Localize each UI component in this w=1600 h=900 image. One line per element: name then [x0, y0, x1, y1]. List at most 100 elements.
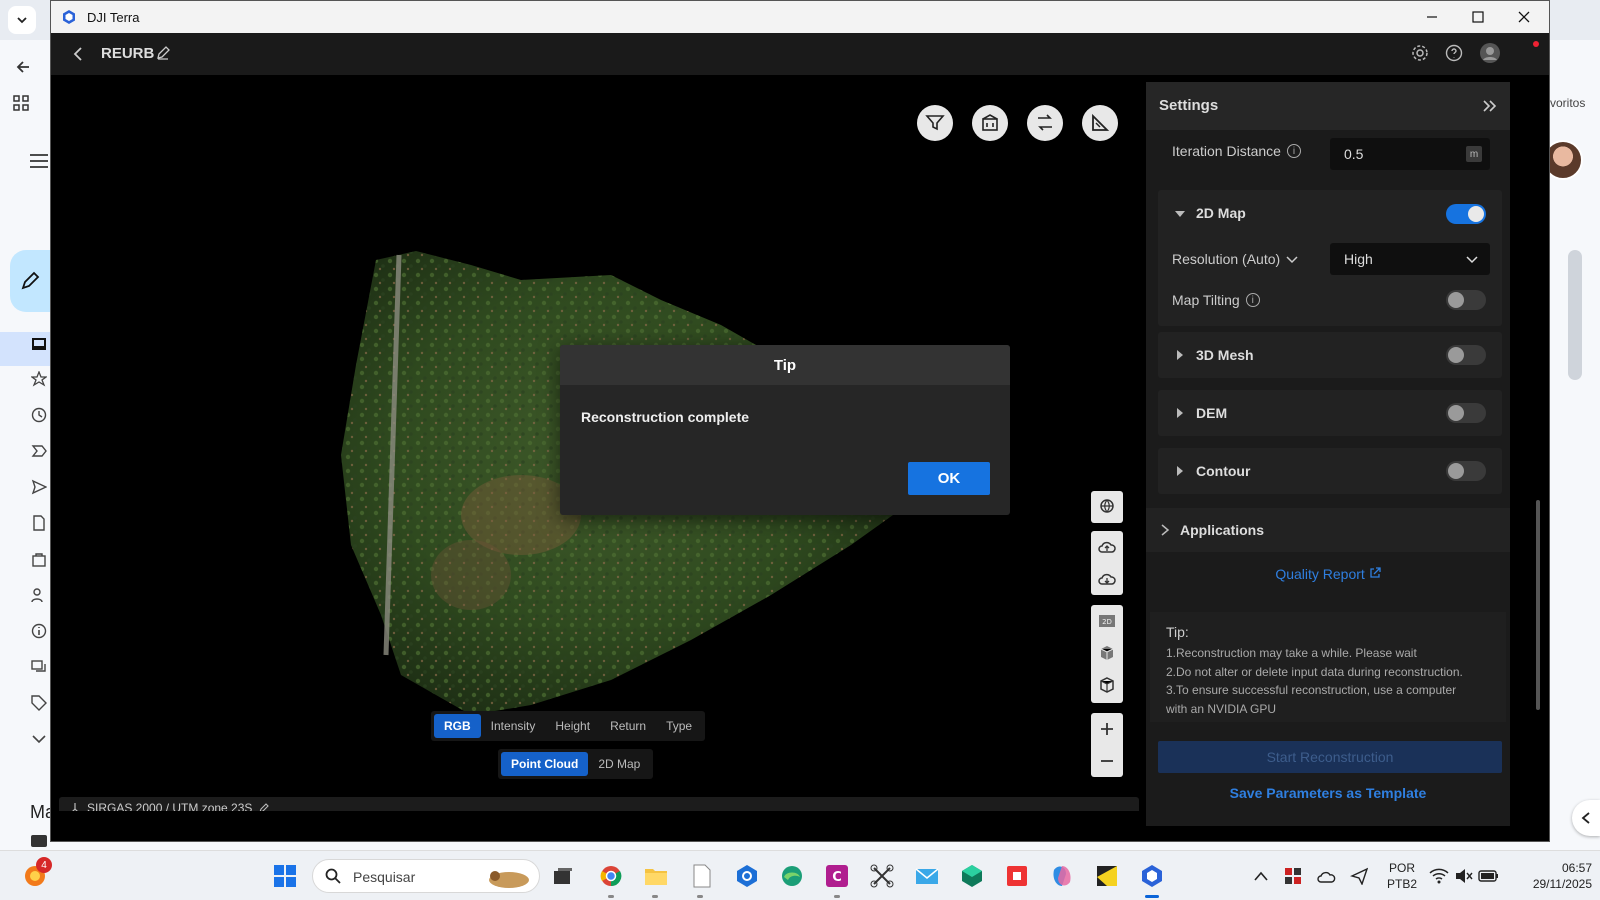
clock[interactable]: 06:57 29/11/2025	[1508, 860, 1592, 892]
filter-tool-button[interactable]	[917, 105, 953, 141]
send-icon[interactable]	[28, 476, 50, 498]
start-button[interactable]	[272, 863, 298, 889]
mail-icon[interactable]	[914, 863, 940, 889]
save-template-link[interactable]: Save Parameters as Template	[1146, 785, 1510, 801]
toggle-2d-map[interactable]	[1446, 204, 1486, 224]
user-avatar-icon[interactable]	[1479, 42, 1501, 64]
color-mode-tab-intensity[interactable]: Intensity	[481, 714, 546, 738]
quality-report-link[interactable]: Quality Report	[1146, 566, 1510, 590]
section-contour-title[interactable]: Contour	[1196, 463, 1250, 479]
browser-back-icon[interactable]	[12, 56, 34, 78]
caret-down-icon[interactable]	[1174, 208, 1186, 220]
show-hidden-icons[interactable]	[1248, 863, 1274, 889]
applications-row[interactable]: Applications	[1146, 508, 1510, 552]
view-2d-button[interactable]: 2D	[1091, 605, 1123, 637]
app-c-icon[interactable]: C	[824, 863, 850, 889]
battery-icon[interactable]	[1476, 863, 1502, 889]
section-3d-mesh-title[interactable]: 3D Mesh	[1196, 347, 1254, 363]
iteration-distance-input[interactable]: 0.5 m	[1330, 138, 1490, 170]
zoom-in-button[interactable]	[1091, 713, 1123, 745]
label-important-icon[interactable]	[28, 440, 50, 462]
chevron-down-icon[interactable]	[1286, 253, 1298, 265]
volume-muted-icon[interactable]	[1451, 863, 1477, 889]
view-3d-button[interactable]	[1091, 637, 1123, 669]
send-tray-icon[interactable]	[1346, 863, 1372, 889]
drone-icon[interactable]	[869, 863, 895, 889]
view-mode-tab-point-cloud[interactable]: Point Cloud	[501, 752, 589, 776]
info-icon[interactable]: i	[1286, 144, 1301, 158]
color-mode-tab-return[interactable]: Return	[600, 714, 656, 738]
label-icon[interactable]	[28, 830, 50, 852]
toggle-contour[interactable]	[1446, 461, 1486, 481]
dji-terra-taskbar-icon[interactable]	[1139, 863, 1165, 889]
menu-icon[interactable]	[28, 150, 50, 172]
window-titlebar[interactable]: DJI Terra	[51, 1, 1549, 33]
edit-name-icon[interactable]	[155, 45, 171, 61]
ok-button[interactable]: OK	[908, 462, 990, 495]
shopping-bag-icon[interactable]	[28, 548, 50, 570]
maximize-button[interactable]	[1455, 1, 1501, 33]
wifi-icon[interactable]	[1426, 863, 1452, 889]
edit-icon[interactable]	[258, 802, 270, 811]
route-tool-button[interactable]	[1027, 105, 1063, 141]
help-icon[interactable]	[1443, 42, 1465, 64]
edge-icon[interactable]	[779, 863, 805, 889]
chrome-icon[interactable]	[598, 863, 624, 889]
info-icon[interactable]	[28, 620, 50, 642]
app-cube-icon[interactable]	[959, 863, 985, 889]
measure-tool-button[interactable]	[1082, 105, 1118, 141]
forum-icon[interactable]	[28, 656, 50, 678]
compose-button[interactable]	[10, 250, 50, 312]
view-mesh-button[interactable]	[1091, 669, 1123, 701]
browser-scrollbar[interactable]	[1568, 250, 1582, 380]
minimize-button[interactable]	[1409, 1, 1455, 33]
input-language[interactable]: POR PTB2	[1384, 860, 1420, 892]
color-mode-tab-height[interactable]: Height	[545, 714, 600, 738]
cloud-upload-button[interactable]	[1091, 531, 1123, 563]
taskbar-search[interactable]: Pesquisar	[312, 859, 540, 893]
start-reconstruction-button[interactable]: Start Reconstruction	[1158, 741, 1502, 773]
toggle-3d-mesh[interactable]	[1446, 345, 1486, 365]
file-explorer-icon[interactable]	[643, 863, 669, 889]
tab-search-button[interactable]	[8, 6, 36, 34]
view-mode-tab-2d-map[interactable]: 2D Map	[588, 752, 650, 776]
favorites-label[interactable]: voritos	[1550, 96, 1585, 110]
app-red-icon[interactable]	[1004, 863, 1030, 889]
map-viewport[interactable]: 2D RGB Intensity Height Return Type Point Cl…	[51, 75, 1149, 811]
info-icon[interactable]: i	[1245, 293, 1260, 307]
document-icon[interactable]	[28, 512, 50, 534]
notepad-icon[interactable]	[689, 863, 715, 889]
inbox-icon[interactable]	[28, 333, 50, 355]
caret-right-icon[interactable]	[1174, 349, 1186, 361]
app-hex-icon[interactable]	[734, 863, 760, 889]
toggle-map-tilting[interactable]	[1446, 290, 1486, 310]
double-chevron-right-icon[interactable]	[1480, 96, 1500, 116]
color-mode-tab-rgb[interactable]: RGB	[434, 714, 481, 738]
apps-grid-icon[interactable]	[10, 92, 32, 114]
cloud-download-button[interactable]	[1091, 563, 1123, 595]
back-arrow-icon[interactable]	[69, 44, 89, 64]
tray-app-icon[interactable]	[1280, 863, 1306, 889]
onedrive-icon[interactable]	[1314, 863, 1340, 889]
section-2d-map-title[interactable]: 2D Map	[1196, 205, 1246, 221]
people-icon[interactable]	[28, 584, 50, 606]
close-button[interactable]	[1501, 1, 1547, 33]
tag-icon[interactable]	[28, 692, 50, 714]
building-tool-button[interactable]	[972, 105, 1008, 141]
color-mode-tab-type[interactable]: Type	[656, 714, 702, 738]
side-panel-toggle[interactable]	[1572, 800, 1600, 836]
settings-scrollbar[interactable]	[1536, 500, 1540, 710]
zoom-out-button[interactable]	[1091, 745, 1123, 777]
section-dem-title[interactable]: DEM	[1196, 405, 1227, 421]
caret-right-icon[interactable]	[1174, 407, 1186, 419]
resolution-select[interactable]: High	[1330, 243, 1490, 275]
copilot-icon[interactable]	[1049, 863, 1075, 889]
clock-icon[interactable]	[28, 404, 50, 426]
caret-right-icon[interactable]	[1174, 465, 1186, 477]
globe-tool-button[interactable]	[1091, 491, 1123, 523]
settings-gear-icon[interactable]	[1409, 42, 1431, 64]
chevron-down-icon[interactable]	[28, 728, 50, 750]
sticky-notes-icon[interactable]	[1094, 863, 1120, 889]
star-icon[interactable]	[28, 368, 50, 390]
browser-app-icon[interactable]: 4	[22, 857, 52, 889]
